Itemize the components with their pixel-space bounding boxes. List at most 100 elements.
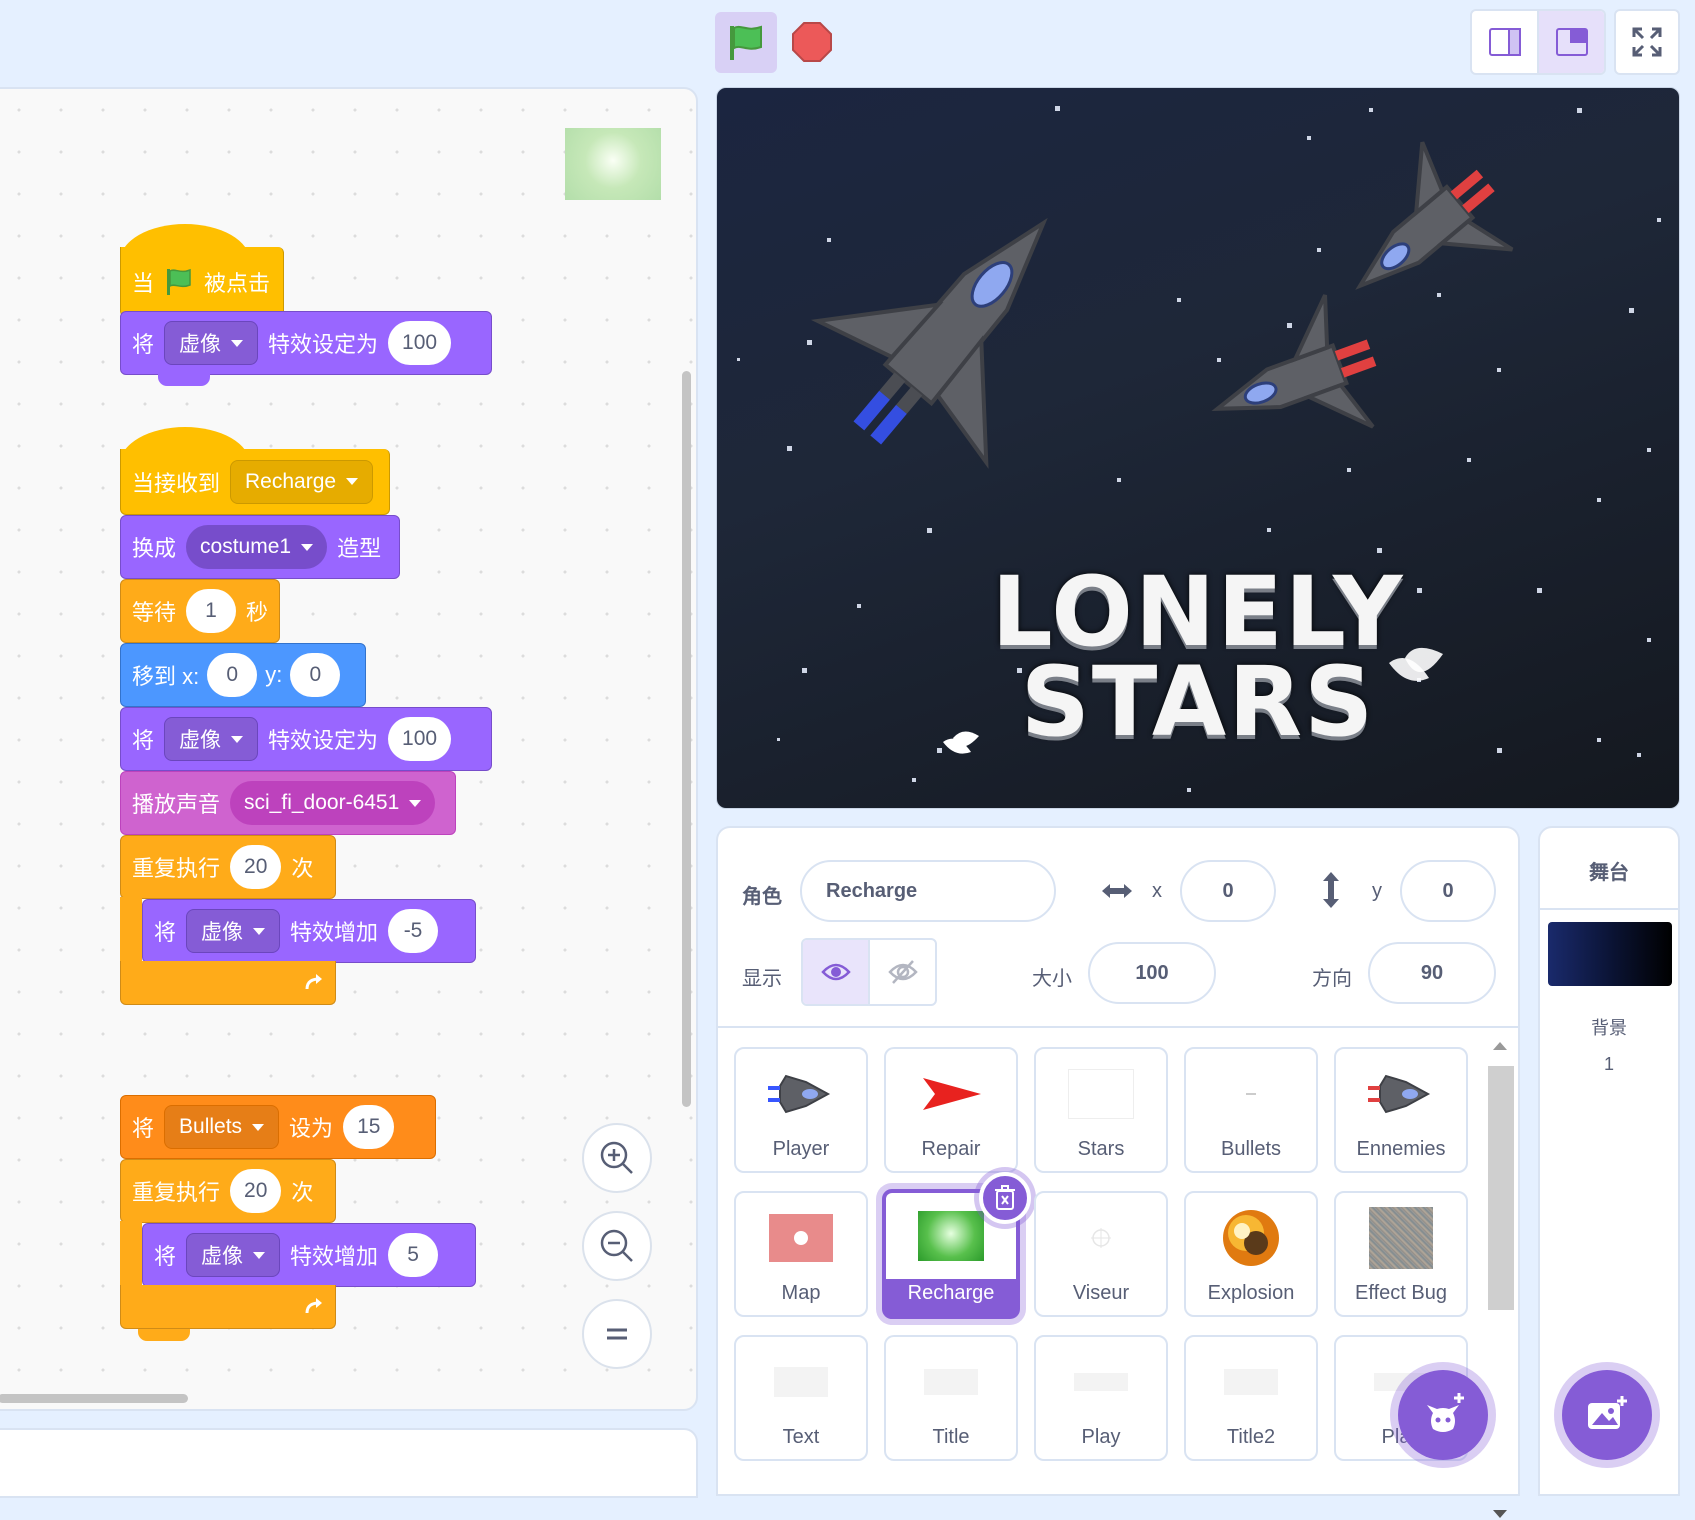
sprite-info-panel: 角色 Recharge x 0 y 0 显示 大小 100 方向 90 — [716, 826, 1520, 1026]
sprite-tile-title2[interactable]: Title2 — [1184, 1335, 1318, 1461]
effect-dropdown[interactable]: 虚像 — [164, 321, 259, 365]
effect-value-input[interactable]: 100 — [388, 717, 452, 761]
normal-stage-icon — [1555, 28, 1588, 56]
sprite-thumbnail — [1186, 1059, 1316, 1129]
block-text: 将 — [132, 728, 155, 753]
y-position-input[interactable]: 0 — [1400, 860, 1496, 922]
x-input[interactable]: 0 — [207, 653, 258, 697]
horizontal-arrows-icon — [1102, 884, 1132, 898]
stage-size-toggle — [1470, 9, 1606, 75]
eye-icon — [820, 963, 851, 981]
variable-dropdown[interactable]: Bullets — [164, 1105, 280, 1149]
horizontal-scrollbar[interactable] — [0, 1394, 188, 1403]
sprite-thumbnail — [886, 1347, 1016, 1417]
effect-dropdown[interactable]: 虚像 — [186, 909, 281, 953]
wait-seconds-input[interactable]: 1 — [186, 589, 237, 633]
sprite-tile-map[interactable]: Map — [734, 1191, 868, 1317]
delete-sprite-button[interactable] — [979, 1172, 1031, 1224]
effect-change-input[interactable]: 5 — [388, 1233, 439, 1277]
hide-sprite-button[interactable] — [870, 940, 935, 1004]
sprite-thumbnail — [1186, 1203, 1316, 1273]
sprite-tile-player[interactable]: Player — [734, 1047, 868, 1173]
switch-costume-block[interactable]: 换成 costume1 造型 — [120, 515, 400, 579]
sprite-tile-explosion[interactable]: Explosion — [1184, 1191, 1318, 1317]
small-stage-button[interactable] — [1472, 11, 1537, 73]
repeat-block[interactable]: 重复执行 20 次 — [120, 1159, 336, 1223]
sprite-tile-play[interactable]: Play — [1034, 1335, 1168, 1461]
y-input[interactable]: 0 — [290, 653, 341, 697]
show-sprite-button[interactable] — [803, 940, 870, 1004]
fullscreen-icon — [1632, 27, 1662, 57]
effect-dropdown[interactable]: 虚像 — [164, 717, 259, 761]
effect-change-input[interactable]: -5 — [388, 909, 439, 953]
sprite-thumbnail — [1036, 1203, 1166, 1273]
add-backdrop-button[interactable] — [1562, 1370, 1652, 1460]
variable-value-input[interactable]: 15 — [343, 1105, 395, 1149]
sprite-tile-title[interactable]: Title — [884, 1335, 1018, 1461]
sprite-thumbnail — [1186, 1347, 1316, 1417]
effect-dropdown[interactable]: 虚像 — [186, 1233, 281, 1277]
add-sprite-button[interactable] — [1398, 1370, 1488, 1460]
sprite-thumbnail — [736, 1203, 866, 1273]
sprite-tile-text[interactable]: Text — [734, 1335, 868, 1461]
sprite-tile-repair[interactable]: Repair — [884, 1047, 1018, 1173]
block-notch — [158, 374, 210, 386]
effect-value-input[interactable]: 100 — [388, 321, 452, 365]
sprite-tile-effect-bug[interactable]: Effect Bug — [1334, 1191, 1468, 1317]
message-dropdown[interactable]: Recharge — [230, 459, 374, 504]
set-effect-block[interactable]: 将 虚像 特效设定为 100 — [120, 707, 492, 771]
set-effect-block[interactable]: 将 虚像 特效设定为 100 — [120, 311, 492, 375]
play-sound-block[interactable]: 播放声音 sci_fi_door-6451 — [120, 771, 456, 835]
go-to-xy-block[interactable]: 移到 x: 0 y: 0 — [120, 643, 366, 707]
change-effect-block[interactable]: 将 虚像 特效增加 5 — [142, 1223, 476, 1287]
normal-stage-button[interactable] — [1537, 11, 1604, 73]
sprite-label: 角色 — [742, 886, 782, 908]
backpack-bar[interactable] — [0, 1428, 698, 1498]
backdrop-thumbnail[interactable] — [1548, 922, 1672, 986]
change-effect-block[interactable]: 将 虚像 特效增加 -5 — [142, 899, 476, 963]
set-variable-block[interactable]: 将 Bullets 设为 15 — [120, 1095, 436, 1159]
when-flag-clicked-block[interactable]: 当 被点击 — [120, 247, 284, 317]
block-text: 移到 x: — [132, 664, 200, 689]
green-flag-button[interactable] — [715, 12, 777, 73]
zoom-in-button[interactable] — [582, 1123, 652, 1193]
current-sprite-thumbnail — [565, 128, 661, 200]
wait-block[interactable]: 等待 1 秒 — [120, 579, 280, 643]
repeat-block[interactable]: 重复执行 20 次 — [120, 835, 336, 899]
sprite-name: Stars — [1077, 1138, 1125, 1160]
code-workspace[interactable]: 当 被点击 将 虚像 特效设定为 100 当接收到 Recharge 换成 co… — [0, 87, 698, 1411]
sprite-name: Text — [782, 1426, 820, 1448]
stage-canvas[interactable]: LONELY STARS — [716, 87, 1680, 809]
stop-button[interactable] — [790, 20, 834, 64]
scroll-down-icon — [1493, 1510, 1507, 1518]
direction-input[interactable]: 90 — [1368, 942, 1496, 1004]
sprite-tile-ennemies[interactable]: Ennemies — [1334, 1047, 1468, 1173]
repeat-count-input[interactable]: 20 — [230, 845, 282, 889]
when-receive-block[interactable]: 当接收到 Recharge — [120, 449, 390, 515]
block-text: 设为 — [289, 1116, 334, 1141]
block-text: 将 — [132, 1116, 155, 1141]
sound-dropdown[interactable]: sci_fi_door-6451 — [230, 781, 436, 825]
block-text: 特效设定为 — [268, 728, 379, 753]
vertical-scrollbar[interactable] — [682, 371, 691, 1107]
sprite-tile-bullets[interactable]: Bullets — [1184, 1047, 1318, 1173]
sprite-list-scroll-thumb[interactable] — [1488, 1066, 1514, 1310]
sprite-tile-stars[interactable]: Stars — [1034, 1047, 1168, 1173]
fullscreen-button[interactable] — [1614, 9, 1680, 75]
sprite-tile-viseur[interactable]: Viseur — [1034, 1191, 1168, 1317]
x-position-input[interactable]: 0 — [1180, 860, 1276, 922]
repeat-count-input[interactable]: 20 — [230, 1169, 282, 1213]
scroll-up-icon — [1493, 1042, 1507, 1050]
sprite-name: Title — [932, 1426, 970, 1448]
block-text: y: — [265, 662, 283, 687]
block-text: 当 — [132, 270, 155, 296]
zoom-reset-button[interactable] — [582, 1299, 652, 1369]
red-arrow-icon — [923, 1078, 981, 1110]
loop-arrow-icon — [305, 974, 322, 990]
sprite-name: Explosion — [1207, 1282, 1295, 1304]
zoom-out-button[interactable] — [582, 1211, 652, 1281]
sprite-name-input[interactable]: Recharge — [800, 860, 1056, 922]
size-input[interactable]: 100 — [1088, 942, 1216, 1004]
vertical-arrows-icon — [1323, 872, 1339, 908]
costume-dropdown[interactable]: costume1 — [186, 525, 328, 569]
